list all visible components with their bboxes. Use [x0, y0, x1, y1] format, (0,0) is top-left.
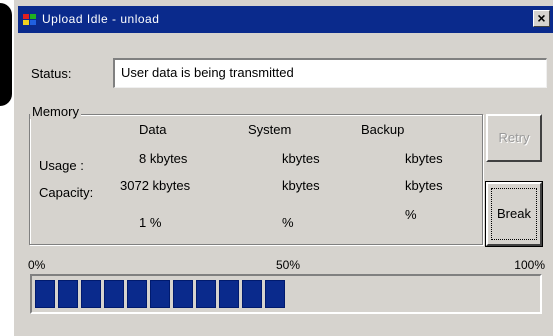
status-label: Status: — [31, 66, 72, 81]
upload-dialog: Upload Idle - unload × Status: User data… — [14, 0, 553, 336]
percent-backup-value: % — [405, 207, 417, 222]
usage-data-value: 8 kbytes — [139, 151, 188, 166]
progress-block — [58, 280, 78, 308]
left-edge-mark — [0, 3, 12, 106]
progress-bar-fill — [35, 280, 537, 308]
capacity-system-value: kbytes — [282, 178, 320, 193]
progress-block — [196, 280, 216, 308]
progress-block — [242, 280, 262, 308]
progress-scale-start: 0% — [28, 258, 46, 272]
column-header-backup: Backup — [361, 122, 405, 137]
retry-button[interactable]: Retry — [486, 114, 542, 162]
percent-data-value: 1 % — [139, 215, 162, 230]
break-button-label: Break — [491, 188, 537, 240]
progress-block — [127, 280, 147, 308]
row-label-capacity: Capacity: — [39, 185, 94, 200]
progress-block — [104, 280, 124, 308]
usage-system-value: kbytes — [282, 151, 320, 166]
progress-block — [81, 280, 101, 308]
percent-system-value: % — [282, 215, 294, 230]
progress-block — [265, 280, 285, 308]
column-header-data: Data — [139, 122, 167, 137]
usage-backup-value: kbytes — [405, 151, 443, 166]
close-icon: × — [537, 10, 546, 26]
column-header-system: System — [248, 122, 292, 137]
memory-group-label: Memory — [30, 104, 81, 119]
progress-scale-end: 100% — [514, 258, 545, 272]
row-label-usage: Usage : — [39, 158, 84, 173]
progress-block — [219, 280, 239, 308]
capacity-data-value: 3072 kbytes — [120, 178, 191, 193]
progress-block — [173, 280, 193, 308]
app-icon — [23, 14, 36, 25]
progress-block — [150, 280, 170, 308]
window-title: Upload Idle - unload — [42, 12, 160, 26]
progress-block — [35, 280, 55, 308]
progress-bar — [30, 274, 542, 314]
capacity-backup-value: kbytes — [405, 178, 443, 193]
close-button[interactable]: × — [533, 10, 550, 27]
status-field: User data is being transmitted — [113, 58, 547, 88]
break-button[interactable]: Break — [485, 181, 543, 247]
title-bar[interactable]: Upload Idle - unload × — [18, 6, 553, 33]
progress-scale-mid: 50% — [276, 258, 301, 272]
